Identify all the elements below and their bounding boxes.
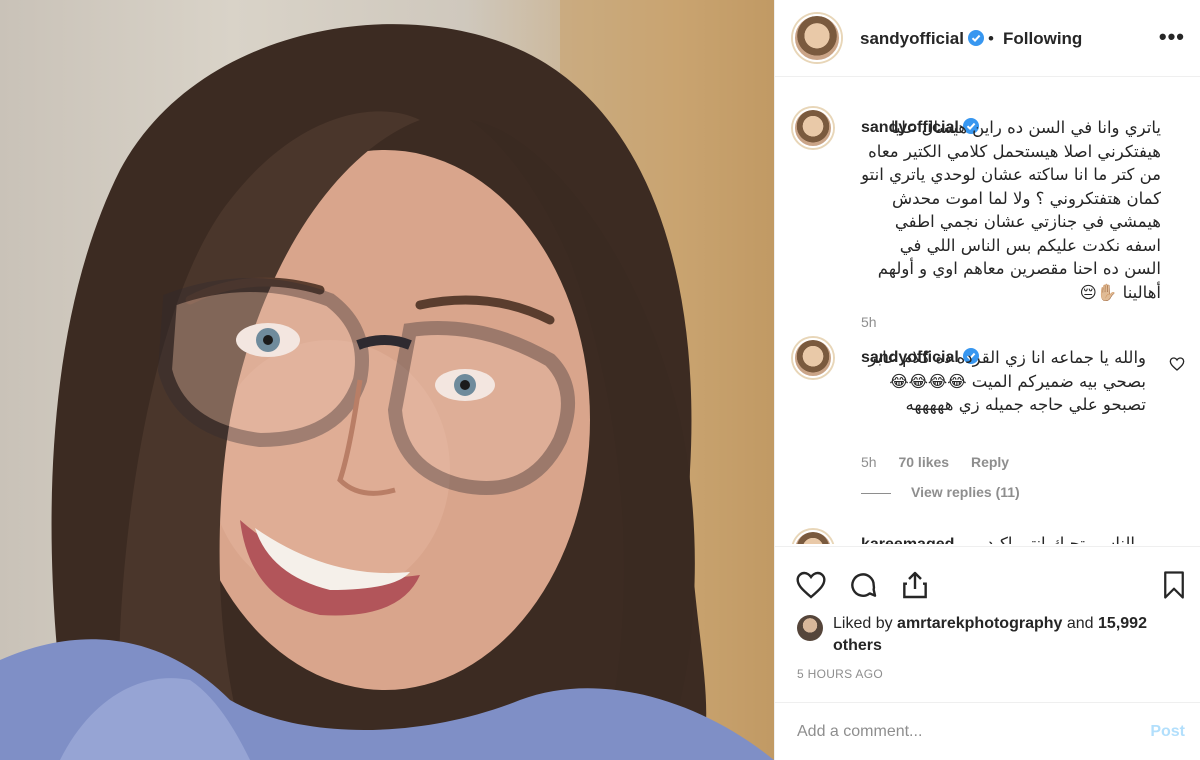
comment-username[interactable]: kareemaged (861, 536, 954, 544)
comment-reply-button[interactable]: Reply (971, 454, 1009, 470)
comment-text: الناس بتحبك انتي اكيد (986, 534, 1135, 544)
likes-prefix: Liked by (833, 615, 893, 632)
comment-like-heart-icon[interactable] (1169, 356, 1185, 372)
comment-input[interactable]: Add a comment... (797, 723, 922, 741)
likes-text: Liked by amrtarekphotography and 15,992 … (833, 613, 1153, 657)
comment-likes-count[interactable]: 70 likes (898, 454, 949, 470)
comments-list[interactable]: sandyofficial ياتري وانا في السن ده راين… (775, 78, 1200, 544)
view-replies-button[interactable]: View replies (11) (861, 484, 1020, 500)
follow-separator: • (988, 29, 994, 48)
author-avatar[interactable] (793, 14, 841, 62)
comment-avatar[interactable] (793, 530, 833, 544)
post-photo[interactable] (0, 0, 774, 760)
verified-badge-icon (967, 30, 984, 46)
share-icon[interactable] (899, 569, 931, 601)
view-replies-text[interactable]: View replies (11) (911, 484, 1020, 500)
caption-text: ياتري وانا في السن ده راين هيسال عليا هي… (861, 118, 1161, 302)
liker-username[interactable]: amrtarekphotography (897, 615, 1062, 632)
bookmark-icon[interactable] (1159, 569, 1189, 601)
post-side-panel: sandyofficial • Following ••• sandyoffic… (774, 0, 1200, 760)
comment-text: والله يا جماعه انا زي القرده ده كلام عاب… (868, 348, 1146, 414)
likes-and: and (1066, 615, 1094, 632)
caption-meta: 5h (861, 314, 895, 330)
author-username[interactable]: sandyofficial (860, 29, 984, 49)
author-username-text[interactable]: sandyofficial (860, 29, 964, 48)
following-button[interactable]: Following (1003, 29, 1082, 49)
comment-time[interactable]: 5h (861, 454, 877, 470)
portrait-illustration (0, 0, 774, 760)
more-options-icon[interactable]: ••• (1159, 24, 1185, 50)
heart-icon[interactable] (795, 569, 827, 601)
view-replies-divider (861, 492, 891, 494)
post-timestamp[interactable]: 5 HOURS AGO (797, 667, 883, 681)
comment-avatar[interactable] (793, 338, 833, 378)
post-comment-button[interactable]: Post (1150, 723, 1185, 741)
comment-composer: Add a comment... Post (775, 702, 1200, 760)
caption-avatar[interactable] (793, 108, 833, 148)
liker-avatar[interactable] (797, 615, 823, 641)
comment-icon[interactable] (847, 569, 879, 601)
caption-time[interactable]: 5h (861, 314, 877, 330)
comment-meta: 5h 70 likes Reply (861, 454, 1027, 470)
post-header: sandyofficial • Following ••• (775, 0, 1200, 77)
